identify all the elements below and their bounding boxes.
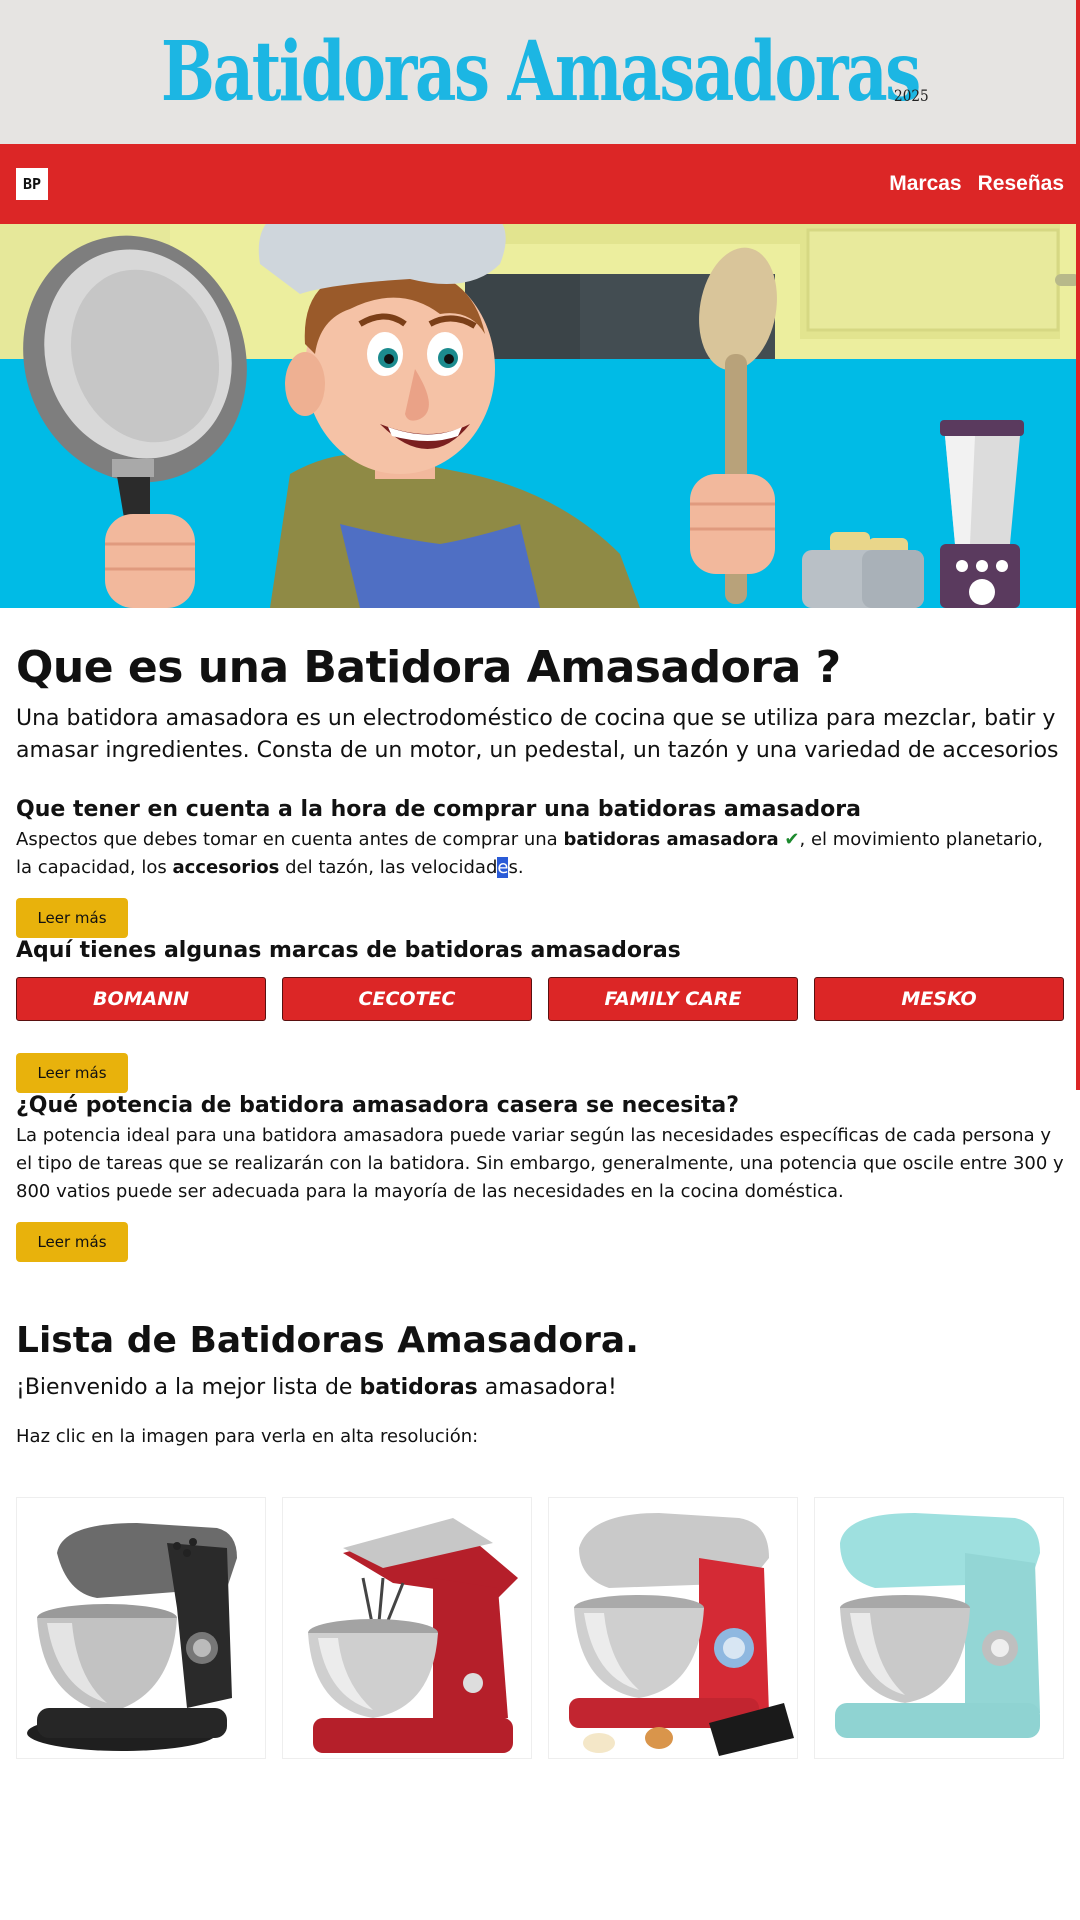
site-title[interactable]: Batidoras Amasadoras bbox=[161, 31, 921, 113]
brand-button-bomann[interactable]: BOMANN bbox=[16, 977, 266, 1021]
buying-bold-accessories: accesorios bbox=[172, 857, 280, 878]
read-more-button-buying[interactable]: Leer más bbox=[16, 898, 128, 938]
read-more-button-brands[interactable]: Leer más bbox=[16, 1053, 128, 1093]
buying-text-part-1: Aspectos que debes tomar en cuenta antes… bbox=[16, 829, 564, 850]
stand-mixer-mint-image bbox=[835, 1513, 1040, 1738]
welcome-text: ¡Bienvenido a la mejor lista de batidora… bbox=[16, 1375, 1064, 1400]
brand-list: BOMANN CECOTEC FAMILY CARE MESKO bbox=[16, 977, 1064, 1021]
stand-mixer-dark-image bbox=[27, 1523, 237, 1751]
welcome-bold: batidoras bbox=[359, 1375, 478, 1400]
product-image-2[interactable] bbox=[282, 1497, 532, 1759]
page-right-border bbox=[1076, 0, 1080, 1090]
nav-link-resenas[interactable]: Reseñas bbox=[978, 172, 1064, 196]
product-image-1[interactable] bbox=[16, 1497, 266, 1759]
site-logo[interactable]: BP bbox=[16, 168, 48, 200]
site-header: Batidoras Amasadoras 2025 bbox=[0, 0, 1080, 144]
buying-text-part-3: del tazón, las velocidad bbox=[279, 857, 498, 878]
hero-banner bbox=[0, 224, 1080, 608]
text-selection-highlight: e bbox=[497, 857, 509, 878]
page: Batidoras Amasadoras 2025 BP Marcas Rese… bbox=[0, 0, 1080, 1920]
intro-text: Una batidora amasadora es un electrodomé… bbox=[16, 706, 1059, 763]
stand-mixer-red-image bbox=[308, 1518, 518, 1753]
site-year: 2025 bbox=[894, 86, 929, 105]
read-more-button-power[interactable]: Leer más bbox=[16, 1222, 128, 1262]
hero-chef-illustration bbox=[0, 224, 1080, 608]
list-title: Lista de Batidoras Amasadora. bbox=[16, 1320, 639, 1361]
click-hint: Haz clic en la imagen para verla en alta… bbox=[16, 1426, 479, 1447]
buying-text-part-4: s. bbox=[508, 857, 524, 878]
brand-button-family-care[interactable]: FAMILY CARE bbox=[548, 977, 798, 1021]
nav-link-marcas[interactable]: Marcas bbox=[889, 172, 961, 196]
buying-bold-keyword: batidoras amasadora bbox=[563, 829, 779, 850]
stand-mixer-red-silver-image bbox=[569, 1513, 794, 1756]
power-text: La potencia ideal para una batidora amas… bbox=[16, 1125, 1064, 1202]
main-content: Que es una Batidora Amasadora ? Una bati… bbox=[0, 642, 1080, 1759]
product-image-4[interactable] bbox=[814, 1497, 1064, 1759]
check-icon: ✔ bbox=[784, 829, 800, 850]
buying-title: Que tener en cuenta a la hora de comprar… bbox=[16, 797, 861, 822]
brand-button-cecotec[interactable]: CECOTEC bbox=[282, 977, 532, 1021]
nav-links: Marcas Reseñas bbox=[889, 172, 1064, 196]
product-image-3[interactable] bbox=[548, 1497, 798, 1759]
product-gallery bbox=[16, 1497, 1064, 1759]
intro-title: Que es una Batidora Amasadora ? bbox=[16, 642, 841, 693]
power-title: ¿Qué potencia de batidora amasadora case… bbox=[16, 1093, 739, 1118]
welcome-text-part-2: amasadora! bbox=[477, 1375, 617, 1400]
navbar: BP Marcas Reseñas bbox=[0, 144, 1080, 224]
buying-text: Aspectos que debes tomar en cuenta antes… bbox=[16, 826, 1064, 882]
brand-button-mesko[interactable]: MESKO bbox=[814, 977, 1064, 1021]
welcome-text-part-1: ¡Bienvenido a la mejor lista de bbox=[16, 1375, 360, 1400]
brands-title: Aquí tienes algunas marcas de batidoras … bbox=[16, 938, 681, 963]
